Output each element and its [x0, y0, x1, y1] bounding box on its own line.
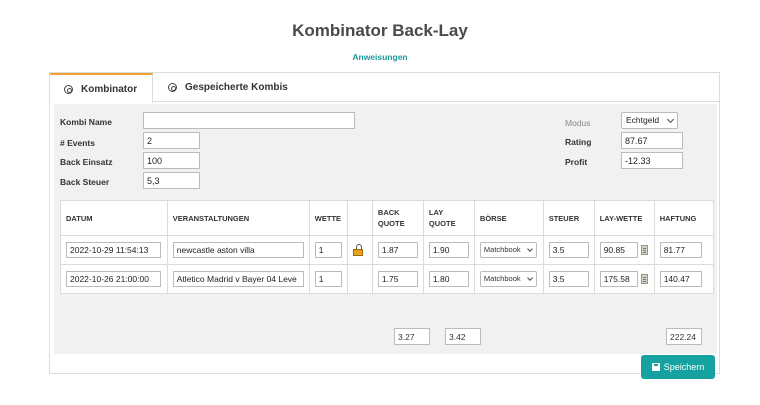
settings-icon [64, 84, 73, 94]
rating-label: Rating [565, 137, 592, 147]
total-haftung: 222.24 [666, 328, 702, 345]
tab-kombinator-label: Kombinator [81, 83, 138, 95]
wette-input[interactable]: 1 [314, 271, 342, 287]
cell-haftung: 140.47 [653, 264, 715, 294]
event-input[interactable]: newcastle aston villa [172, 242, 304, 258]
cell-haftung: 81.77 [653, 235, 715, 265]
chevron-down-icon [527, 246, 533, 252]
events-label: # Events [60, 138, 95, 148]
tab-gespeicherte-kombis[interactable]: Gespeicherte Kombis [168, 73, 288, 102]
kombi-name-label: Kombi Name [60, 117, 112, 127]
modus-select[interactable]: Echtgeld [621, 112, 678, 129]
back-steuer-label: Back Steuer [60, 177, 110, 187]
unlock-icon[interactable] [352, 243, 364, 256]
modus-label: Modus [565, 118, 591, 128]
chevron-down-icon [527, 275, 533, 281]
header-back-line1: BACK [377, 208, 400, 217]
total-back-quote: 3.27 [394, 328, 430, 345]
datum-input[interactable]: 2022-10-29 11:54:13 [66, 242, 161, 258]
datum-input[interactable]: 2022-10-26 21:00:00 [66, 271, 161, 287]
header-back-line2: QUOTE [377, 219, 405, 228]
cell-lock [346, 264, 373, 294]
page-title: Kombinator Back-Lay [292, 21, 468, 40]
profit-label: Profit [565, 157, 588, 167]
cell-event: Atletico Madrid v Bayer 04 Leve [166, 264, 310, 294]
header-boerse: BÖRSE [473, 200, 544, 236]
lay-wette-value: 175.58 [599, 271, 638, 287]
tab-bar: Kombinator Gespeicherte Kombis [50, 73, 719, 103]
header-lay-line1: LAY [428, 208, 444, 217]
cell-event: newcastle aston villa [166, 235, 310, 265]
cell-wette: 1 [308, 264, 348, 294]
header-lock [346, 200, 373, 236]
header-steuer: STEUER [542, 200, 595, 236]
clipboard-icon[interactable] [640, 274, 648, 284]
table-row: 2022-10-29 11:54:13 newcastle aston vill… [60, 235, 715, 265]
lock-body [352, 248, 363, 256]
back-quote-input[interactable]: 1.87 [377, 242, 418, 258]
boerse-value: Matchbook [483, 274, 521, 283]
haftung-value: 81.77 [659, 242, 702, 258]
save-button-label: Speichern [663, 362, 705, 372]
back-einsatz-label: Back Einsatz [60, 157, 113, 167]
rating-value: 87.67 [621, 132, 683, 149]
haftung-value: 140.47 [659, 271, 702, 287]
cell-lock [346, 235, 373, 265]
lay-quote-input[interactable]: 1.90 [428, 242, 469, 258]
event-input[interactable]: Atletico Madrid v Bayer 04 Leve [172, 271, 304, 287]
cell-boerse: Matchbook [473, 264, 544, 294]
profit-value: -12.33 [621, 152, 683, 169]
clipboard-icon[interactable] [640, 245, 648, 255]
save-button[interactable]: Speichern [641, 355, 715, 379]
cell-lay: 1.90 [422, 235, 475, 265]
back-quote-input[interactable]: 1.75 [377, 271, 418, 287]
header-lay-quote: LAY QUOTE [422, 200, 475, 236]
boerse-select[interactable]: Matchbook [479, 271, 537, 287]
header-back-quote: BACK QUOTE [371, 200, 424, 236]
cell-lay: 1.80 [422, 264, 475, 294]
header-lay-wette: LAY-WETTE [593, 200, 655, 236]
lay-wette-value: 90.85 [599, 242, 638, 258]
boerse-value: Matchbook [483, 245, 521, 254]
tab-kombinator[interactable]: Kombinator [50, 73, 153, 103]
chevron-down-icon [666, 115, 675, 124]
instructions-link[interactable]: Anweisungen [0, 52, 760, 62]
back-einsatz-input[interactable]: 100 [143, 152, 200, 169]
dribbble-icon [168, 83, 177, 92]
cell-steuer: 3.5 [542, 264, 595, 294]
cell-lay-wette: 90.85 [593, 235, 655, 265]
header-wette: WETTE [308, 200, 348, 236]
table-header-row: DATUM VERANSTALTUNGEN WETTE BACK QUOTE LA… [60, 200, 715, 236]
kombinator-panel: Kombi Name # Events 2 Back Einsatz 100 B… [54, 104, 717, 379]
cell-steuer: 3.5 [542, 235, 595, 265]
steuer-input[interactable]: 3.5 [548, 271, 589, 287]
modus-value: Echtgeld [626, 115, 660, 125]
kombi-name-input[interactable] [143, 112, 355, 129]
wette-input[interactable]: 1 [314, 242, 342, 258]
save-icon [651, 363, 660, 371]
header-lay-line2: QUOTE [428, 219, 456, 228]
total-lay-quote: 3.42 [445, 328, 481, 345]
tab-gespeicherte-kombis-label: Gespeicherte Kombis [185, 82, 288, 93]
cell-back: 1.87 [371, 235, 424, 265]
header-haftung: HAFTUNG [653, 200, 715, 236]
header-veranstaltungen: VERANSTALTUNGEN [166, 200, 310, 236]
cell-wette: 1 [308, 235, 348, 265]
header-datum: DATUM [60, 200, 168, 236]
steuer-input[interactable]: 3.5 [548, 242, 589, 258]
events-input[interactable]: 2 [143, 132, 200, 149]
cell-datum: 2022-10-26 21:00:00 [60, 264, 168, 294]
table-row: 2022-10-26 21:00:00 Atletico Madrid v Ba… [60, 264, 715, 294]
boerse-select[interactable]: Matchbook [479, 242, 537, 258]
cell-back: 1.75 [371, 264, 424, 294]
kombinator-card: Kombinator Gespeicherte Kombis Kombi Nam… [49, 72, 720, 379]
cell-lay-wette: 175.58 [593, 264, 655, 294]
cell-boerse: Matchbook [473, 235, 544, 265]
lay-quote-input[interactable]: 1.80 [428, 271, 469, 287]
back-steuer-input[interactable]: 5,3 [143, 172, 200, 189]
cell-datum: 2022-10-29 11:54:13 [60, 235, 168, 265]
bets-table: DATUM VERANSTALTUNGEN WETTE BACK QUOTE LA… [60, 200, 715, 294]
